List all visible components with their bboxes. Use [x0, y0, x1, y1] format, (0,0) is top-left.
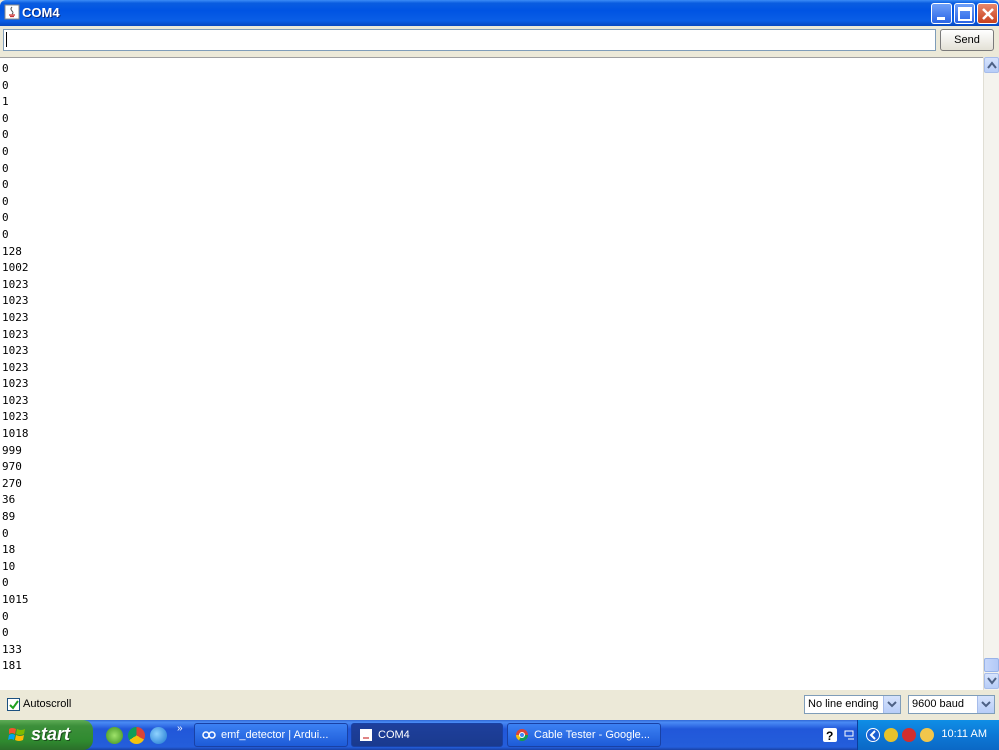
- chevron-down-icon: [887, 701, 897, 708]
- output-line: 999: [2, 443, 22, 457]
- dropdown-button[interactable]: [977, 696, 994, 713]
- output-line: 89: [2, 510, 16, 524]
- arrow-left-icon[interactable]: [866, 728, 880, 742]
- output-line: 0: [2, 227, 9, 241]
- output-line: 18: [2, 543, 16, 557]
- output-line: 0: [2, 128, 9, 142]
- java-icon: [360, 729, 372, 741]
- ie-icon[interactable]: [150, 727, 167, 744]
- chevron-up-icon: [987, 61, 997, 69]
- network-icon: [844, 730, 854, 740]
- taskbar-button-emf-detector[interactable]: emf_detector | Ardui...: [194, 723, 348, 747]
- output-line: 0: [2, 211, 9, 225]
- antivirus-icon[interactable]: [902, 728, 916, 742]
- output-line: 0: [2, 161, 9, 175]
- shield-icon[interactable]: [884, 728, 898, 742]
- clock: 10:11 AM: [941, 728, 987, 740]
- output-line: 0: [2, 62, 9, 75]
- output-line: 1018: [2, 427, 29, 441]
- serial-input[interactable]: [3, 29, 936, 51]
- quick-launch-more[interactable]: »: [177, 723, 183, 734]
- output-line: 0: [2, 194, 9, 208]
- network-icon[interactable]: [843, 728, 857, 742]
- windows-logo-icon: [8, 728, 25, 741]
- chevron-down-icon: [981, 701, 991, 708]
- close-button[interactable]: [977, 3, 998, 24]
- output-line: 1023: [2, 310, 29, 324]
- output-line: 181: [2, 659, 22, 673]
- close-icon: [982, 8, 994, 20]
- system-tray: 10:11 AM: [857, 720, 999, 750]
- vertical-scrollbar[interactable]: [983, 57, 999, 690]
- taskbar-button-com4[interactable]: COM4: [351, 723, 503, 747]
- output-line: 270: [2, 476, 22, 490]
- bottom-controls: Autoscroll No line ending 9600 baud: [0, 690, 999, 718]
- output-line: 1023: [2, 277, 29, 291]
- title-bar[interactable]: COM4: [0, 0, 999, 26]
- output-line: 0: [2, 144, 9, 158]
- send-button[interactable]: Send: [940, 29, 994, 51]
- taskbar-button-label: Cable Tester - Google...: [534, 729, 650, 741]
- arduino-icon: [202, 731, 216, 739]
- svg-text:?: ?: [826, 729, 833, 742]
- chrome-icon[interactable]: [128, 727, 145, 744]
- scroll-thumb[interactable]: [984, 658, 999, 672]
- window-title: COM4: [22, 5, 60, 20]
- taskbar-button-label: COM4: [378, 729, 410, 741]
- dropdown-button[interactable]: [883, 696, 900, 713]
- start-label: start: [31, 724, 71, 744]
- output-line: 36: [2, 493, 16, 507]
- output-line: 1023: [2, 410, 29, 424]
- output-line: 0: [2, 78, 9, 92]
- checkmark-icon: [9, 700, 19, 710]
- output-line: 1023: [2, 344, 29, 358]
- avatar-icon[interactable]: [920, 728, 934, 742]
- output-line: 1023: [2, 377, 29, 391]
- minimize-icon: [937, 17, 945, 20]
- line-ending-select[interactable]: No line ending: [804, 695, 901, 714]
- autoscroll-checkbox[interactable]: [7, 698, 20, 711]
- help-icon[interactable]: ?: [823, 728, 837, 743]
- output-line: 10: [2, 559, 16, 573]
- output-line: 970: [2, 460, 22, 474]
- baud-rate-select[interactable]: 9600 baud: [908, 695, 995, 714]
- output-line: 1015: [2, 593, 29, 606]
- taskbar: start » emf_detector | Ardui... COM4 Cab…: [0, 720, 999, 750]
- question-icon: ?: [826, 729, 833, 743]
- maximize-button[interactable]: [954, 3, 975, 24]
- output-line: 0: [2, 609, 9, 623]
- output-line: 1023: [2, 294, 29, 308]
- java-icon: [4, 4, 20, 20]
- scroll-up-button[interactable]: [984, 57, 999, 73]
- line-ending-value: No line ending: [808, 698, 879, 710]
- output-line: 1: [2, 95, 9, 109]
- output-line: 0: [2, 178, 9, 192]
- taskbar-button-cable-tester[interactable]: Cable Tester - Google...: [507, 723, 661, 747]
- autoscroll-label: Autoscroll: [23, 698, 72, 710]
- start-button[interactable]: start: [0, 720, 93, 750]
- utorrent-icon[interactable]: [106, 727, 123, 744]
- output-line: 128: [2, 244, 22, 258]
- output-line: 1023: [2, 327, 29, 341]
- output-line: 1023: [2, 360, 29, 374]
- output-line: 1023: [2, 393, 29, 407]
- output-line: 1002: [2, 261, 29, 275]
- scroll-down-button[interactable]: [984, 673, 999, 689]
- chrome-icon: [516, 729, 528, 742]
- output-line: 0: [2, 626, 9, 640]
- maximize-icon: [958, 7, 972, 21]
- output-line: 0: [2, 576, 9, 590]
- text-caret: [6, 32, 7, 47]
- minimize-button[interactable]: [931, 3, 952, 24]
- taskbar-button-label: emf_detector | Ardui...: [221, 729, 329, 741]
- serial-output[interactable]: 0 0 1 0 0 0 0 0 0 0 0 128 1002 1023 1023 1023 1023 1023 10…: [0, 57, 983, 690]
- chevron-down-icon: [987, 677, 997, 685]
- output-line: 0: [2, 526, 9, 540]
- chevron-left-icon: [869, 730, 876, 740]
- output-lines: 0 0 1 0 0 0 0 0 0 0 0 128 1002 1023 1023 1023 1023 1023 10…: [2, 61, 29, 675]
- send-toolbar: Send: [0, 26, 999, 56]
- output-line: 133: [2, 642, 22, 656]
- baud-rate-value: 9600 baud: [912, 698, 964, 710]
- output-line: 0: [2, 111, 9, 125]
